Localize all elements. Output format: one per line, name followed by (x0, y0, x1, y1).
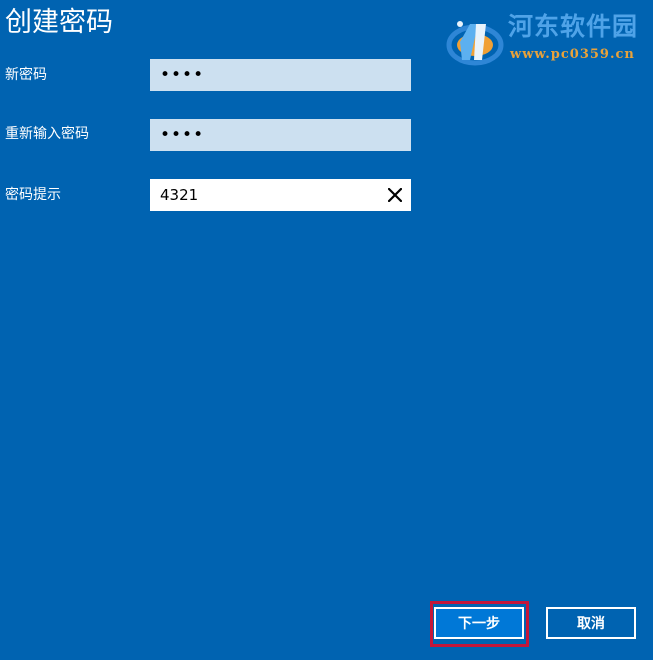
clear-hint-button[interactable] (381, 181, 409, 209)
next-button[interactable]: 下一步 (434, 607, 524, 639)
cancel-button[interactable]: 取消 (546, 607, 636, 639)
watermark-logo-icon (446, 21, 504, 66)
confirm-password-label: 重新输入密码 (5, 126, 89, 142)
password-hint-label: 密码提示 (5, 187, 61, 203)
watermark-name: 河东软件园 (508, 12, 639, 41)
new-password-label: 新密码 (5, 67, 47, 83)
new-password-field[interactable]: •••• (150, 59, 411, 91)
password-hint-field[interactable]: 4321 (150, 179, 411, 211)
page-title: 创建密码 (5, 7, 113, 38)
confirm-password-field[interactable]: •••• (150, 119, 411, 151)
watermark-url: www.pc0359.cn (510, 47, 635, 62)
watermark: 河东软件园 www.pc0359.cn (446, 8, 651, 68)
close-icon (388, 188, 402, 202)
